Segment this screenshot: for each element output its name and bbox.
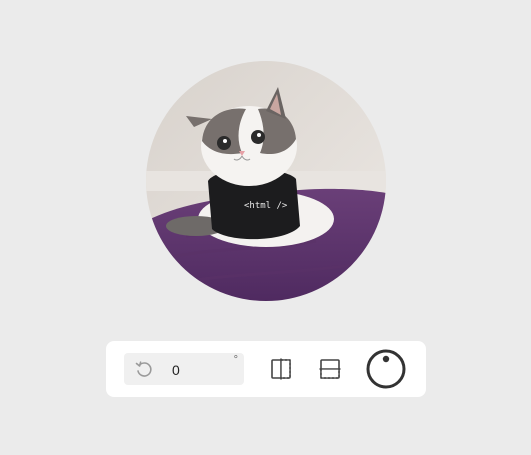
shirt-text: <html /> bbox=[244, 201, 288, 211]
flip-vertical-icon[interactable] bbox=[318, 357, 342, 381]
image-editor: <html /> 0 ° bbox=[0, 0, 531, 455]
edit-toolbar: 0 ° bbox=[106, 341, 426, 397]
degree-unit: ° bbox=[233, 354, 238, 366]
rotate-left-icon[interactable] bbox=[134, 359, 154, 379]
flip-horizontal-icon[interactable] bbox=[269, 357, 293, 381]
rotation-input-group: 0 ° bbox=[124, 353, 244, 385]
rotation-angle-input[interactable]: 0 bbox=[172, 362, 222, 378]
cat-photo: <html /> bbox=[146, 61, 386, 301]
rotation-dial-icon[interactable] bbox=[366, 349, 406, 389]
avatar-preview: <html /> bbox=[146, 61, 386, 301]
